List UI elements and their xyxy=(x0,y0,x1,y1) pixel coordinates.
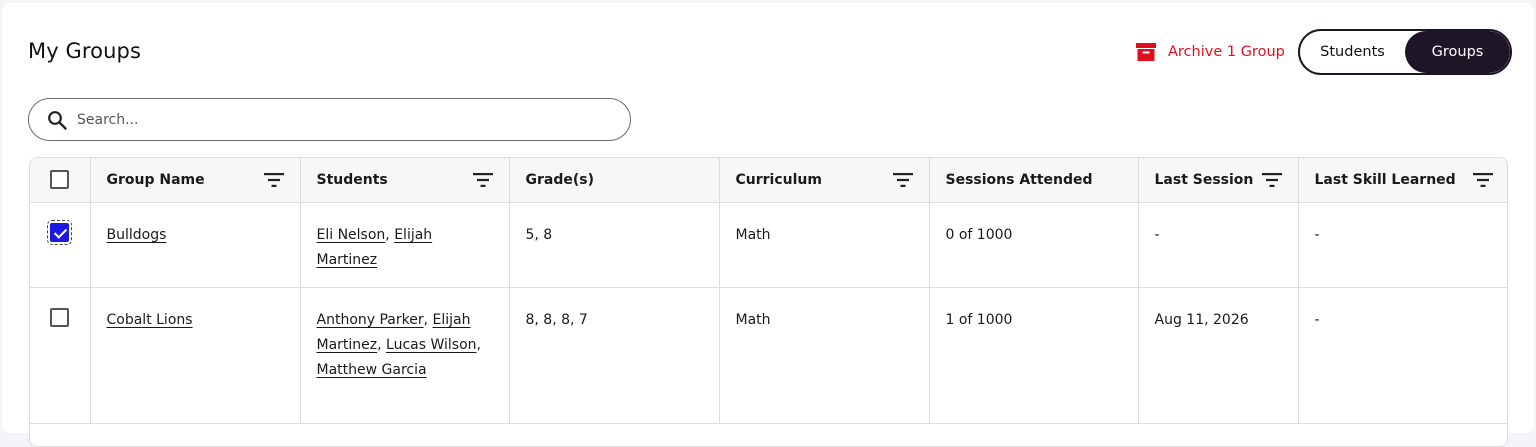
toggle-groups[interactable]: Groups xyxy=(1405,31,1510,73)
search-icon xyxy=(48,110,67,130)
sessions-cell: 1 of 1000 xyxy=(929,287,1139,424)
col-label: Sessions Attended xyxy=(945,171,1093,188)
select-all-cell xyxy=(30,158,91,203)
groups-panel: My Groups Archive 1 Group Students Group… xyxy=(2,3,1534,447)
archive-box-icon xyxy=(1136,43,1156,61)
col-group-name: Group Name xyxy=(90,158,301,203)
col-label: Group Name xyxy=(106,171,205,188)
grades-cell: 5, 8 xyxy=(509,202,720,288)
curriculum-cell: Math xyxy=(719,287,930,424)
group-link[interactable]: Bulldogs xyxy=(107,227,167,243)
last-session-cell: - xyxy=(1138,202,1299,288)
curriculum-cell: Math xyxy=(719,202,930,288)
group-name-cell: Bulldogs xyxy=(90,202,301,288)
student-link[interactable]: Anthony Parker xyxy=(317,312,424,328)
archive-group-button[interactable]: Archive 1 Group xyxy=(1136,41,1285,63)
search-input[interactable] xyxy=(77,111,577,128)
filter-icon[interactable] xyxy=(892,172,913,187)
col-sessions-attended: Sessions Attended xyxy=(929,158,1139,203)
last-skill-cell: - xyxy=(1298,202,1507,288)
student-link[interactable]: Eli Nelson xyxy=(317,227,386,243)
view-toggle: Students Groups xyxy=(1298,29,1512,75)
filter-icon[interactable] xyxy=(472,172,493,187)
col-curriculum: Curriculum xyxy=(719,158,930,203)
last-skill-cell: - xyxy=(1298,287,1507,424)
col-grades: Grade(s) xyxy=(509,158,720,203)
search-box xyxy=(28,98,631,141)
col-students: Students xyxy=(300,158,510,203)
student-link[interactable]: Matthew Garcia xyxy=(317,362,427,378)
group-name-cell: Cobalt Lions xyxy=(90,287,301,424)
student-link[interactable]: Lucas Wilson xyxy=(386,337,477,353)
filter-icon[interactable] xyxy=(1473,172,1493,187)
filter-icon[interactable] xyxy=(1261,172,1282,187)
students-cell: Eli Nelson, Elijah Martinez xyxy=(300,202,510,288)
group-link[interactable]: Cobalt Lions xyxy=(107,312,193,328)
groups-table: Group Name Students Grade(s) Curriculum … xyxy=(29,157,1508,447)
col-label: Curriculum xyxy=(735,171,822,188)
students-cell: Anthony Parker, Elijah Martinez, Lucas W… xyxy=(300,287,510,424)
col-label: Grade(s) xyxy=(525,171,595,188)
row-select-cell xyxy=(30,202,91,288)
col-label: Last Skill Learned xyxy=(1314,171,1456,188)
row-checkbox[interactable] xyxy=(47,220,73,245)
col-last-session: Last Session xyxy=(1138,158,1299,203)
filter-icon[interactable] xyxy=(263,172,284,187)
row-checkbox[interactable] xyxy=(50,308,70,327)
col-last-skill: Last Skill Learned xyxy=(1298,158,1507,203)
sessions-cell: 0 of 1000 xyxy=(929,202,1139,288)
table-row: Cobalt Lions Anthony Parker, Elijah Mart… xyxy=(30,287,1507,424)
last-session-cell: Aug 11, 2026 xyxy=(1138,287,1299,424)
row-select-cell xyxy=(30,287,91,424)
toggle-students[interactable]: Students xyxy=(1300,31,1405,73)
page-title: My Groups xyxy=(28,39,141,63)
archive-label: Archive 1 Group xyxy=(1168,44,1285,60)
col-label: Students xyxy=(316,171,388,188)
select-all-checkbox[interactable] xyxy=(50,170,70,190)
grades-cell: 8, 8, 8, 7 xyxy=(509,287,720,424)
table-header-row: Group Name Students Grade(s) Curriculum … xyxy=(30,158,1507,203)
col-label: Last Session xyxy=(1154,171,1254,188)
table-row: Bulldogs Eli Nelson, Elijah Martinez 5, … xyxy=(30,202,1507,288)
